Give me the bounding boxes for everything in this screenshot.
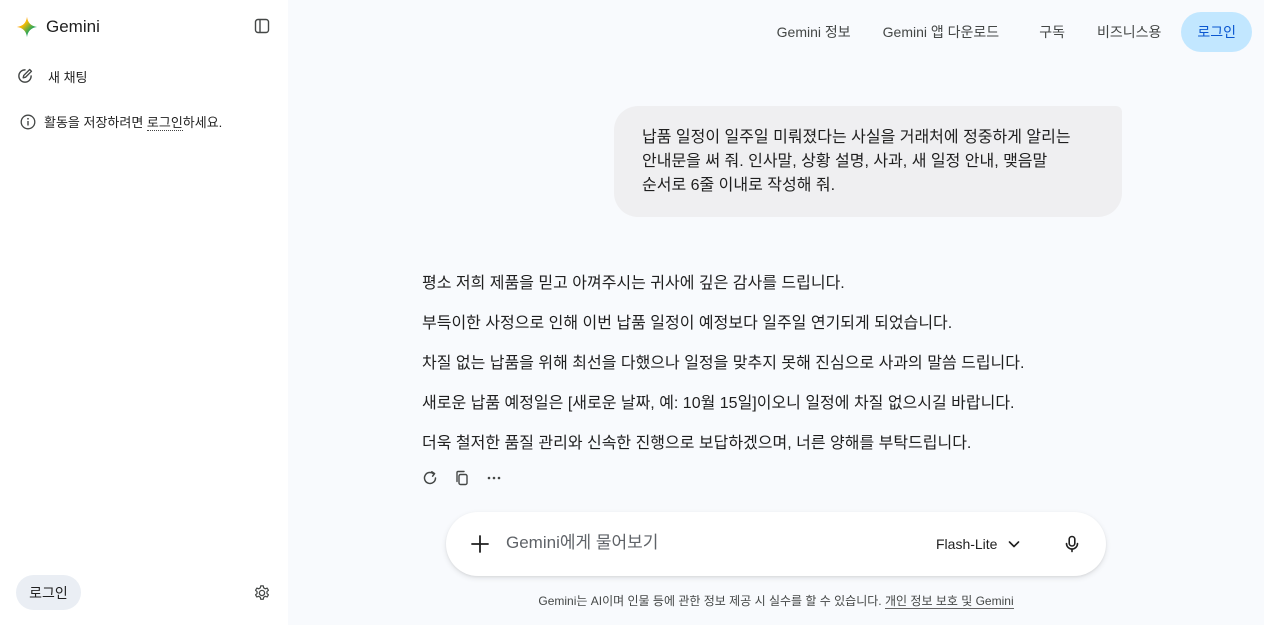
copy-button[interactable] <box>450 465 474 491</box>
refresh-icon <box>423 471 437 485</box>
top-navigation: Gemini 정보 Gemini 앱 다운로드 구독 비즈니스용 로그인 <box>761 12 1252 52</box>
login-notice-prefix: 활동을 저장하려면 <box>44 115 147 130</box>
nav-download-app[interactable]: Gemini 앱 다운로드 <box>867 12 1016 52</box>
more-options-button[interactable] <box>482 465 506 491</box>
user-message-bubble: 납품 일정이 일주일 미뤄졌다는 사실을 거래처에 정중하게 알리는 안내문을 … <box>614 106 1122 217</box>
edit-icon <box>18 68 33 83</box>
chevron-down-icon <box>1009 541 1020 548</box>
login-notice-suffix: 하세요. <box>182 115 223 130</box>
sidebar-toggle-icon <box>254 18 270 34</box>
copy-icon <box>456 470 468 486</box>
nav-about[interactable]: Gemini 정보 <box>761 12 867 52</box>
regenerate-button[interactable] <box>418 465 442 491</box>
brand[interactable]: Gemini <box>16 16 100 38</box>
response-paragraph: 부득이한 사정으로 인해 이번 납품 일정이 예정보다 일주일 연기되게 되었습… <box>422 315 953 332</box>
model-selector-label: Flash-Lite <box>936 536 998 552</box>
nav-business[interactable]: 비즈니스용 <box>1081 12 1177 52</box>
response-paragraph: 평소 저희 제품을 믿고 아껴주시는 귀사에 깊은 감사를 드립니다. <box>422 275 845 292</box>
voice-input-button[interactable] <box>1060 532 1084 556</box>
sidebar: Gemini 새 채팅 활동을 저장하려면 로그인하세요. 로그인 <box>0 0 288 625</box>
model-selector[interactable]: Flash-Lite <box>936 532 1021 556</box>
user-message-line: 순서로 6줄 이내로 작성해 줘. <box>642 177 836 194</box>
sidebar-login-button[interactable]: 로그인 <box>16 575 81 610</box>
disclaimer-text: Gemini는 AI이며 인물 등에 관한 정보 제공 시 실수를 할 수 있습… <box>538 594 885 608</box>
plus-icon <box>471 535 489 553</box>
login-notice: 활동을 저장하려면 로그인하세요. <box>20 112 222 131</box>
microphone-icon <box>1065 535 1079 553</box>
response-actions <box>418 465 506 491</box>
more-icon <box>487 476 501 480</box>
user-message-line: 안내문을 써 줘. 인사말, 상황 설명, 사과, 새 일정 안내, 맺음말 <box>642 153 1048 170</box>
header-login-button[interactable]: 로그인 <box>1181 12 1252 52</box>
response-paragraph: 차질 없는 납품을 위해 최선을 다했으나 일정을 맞추지 못해 진심으로 사과… <box>422 355 1025 372</box>
response-paragraph: 더욱 철저한 품질 관리와 신속한 진행으로 보답하겠으며, 너른 양해를 부탁… <box>422 435 972 452</box>
main-area: Gemini 정보 Gemini 앱 다운로드 구독 비즈니스용 로그인 납품 … <box>288 0 1264 625</box>
gear-icon <box>254 585 270 600</box>
sidebar-toggle-button[interactable] <box>248 12 276 40</box>
info-icon <box>20 114 36 129</box>
prompt-input[interactable] <box>506 526 906 560</box>
new-chat-label: 새 채팅 <box>48 69 88 85</box>
app-root: Gemini 새 채팅 활동을 저장하려면 로그인하세요. 로그인 Gemini… <box>0 0 1264 625</box>
response-paragraph: 새로운 납품 예정일은 [새로운 날짜, 예: 10월 15일]이오니 일정에 … <box>422 395 1015 412</box>
add-attachment-button[interactable] <box>466 530 494 558</box>
nav-subscribe[interactable]: 구독 <box>1023 12 1081 52</box>
gemini-star-icon <box>16 16 38 38</box>
privacy-link[interactable]: 개인 정보 보호 및 Gemini <box>884 594 1014 609</box>
brand-name: Gemini <box>46 17 100 36</box>
prompt-composer: Flash-Lite <box>446 512 1106 576</box>
model-response: 평소 저희 제품을 믿고 아껴주시는 귀사에 깊은 감사를 드립니다. 부득이한… <box>422 272 1102 472</box>
login-notice-link[interactable]: 로그인 <box>146 115 183 131</box>
settings-button[interactable] <box>250 581 274 605</box>
user-message-line: 납품 일정이 일주일 미뤄졌다는 사실을 거래처에 정중하게 알리는 <box>642 129 1071 146</box>
disclaimer: Gemini는 AI이며 인물 등에 관한 정보 제공 시 실수를 할 수 있습… <box>288 592 1264 609</box>
new-chat-button[interactable]: 새 채팅 <box>16 62 88 90</box>
